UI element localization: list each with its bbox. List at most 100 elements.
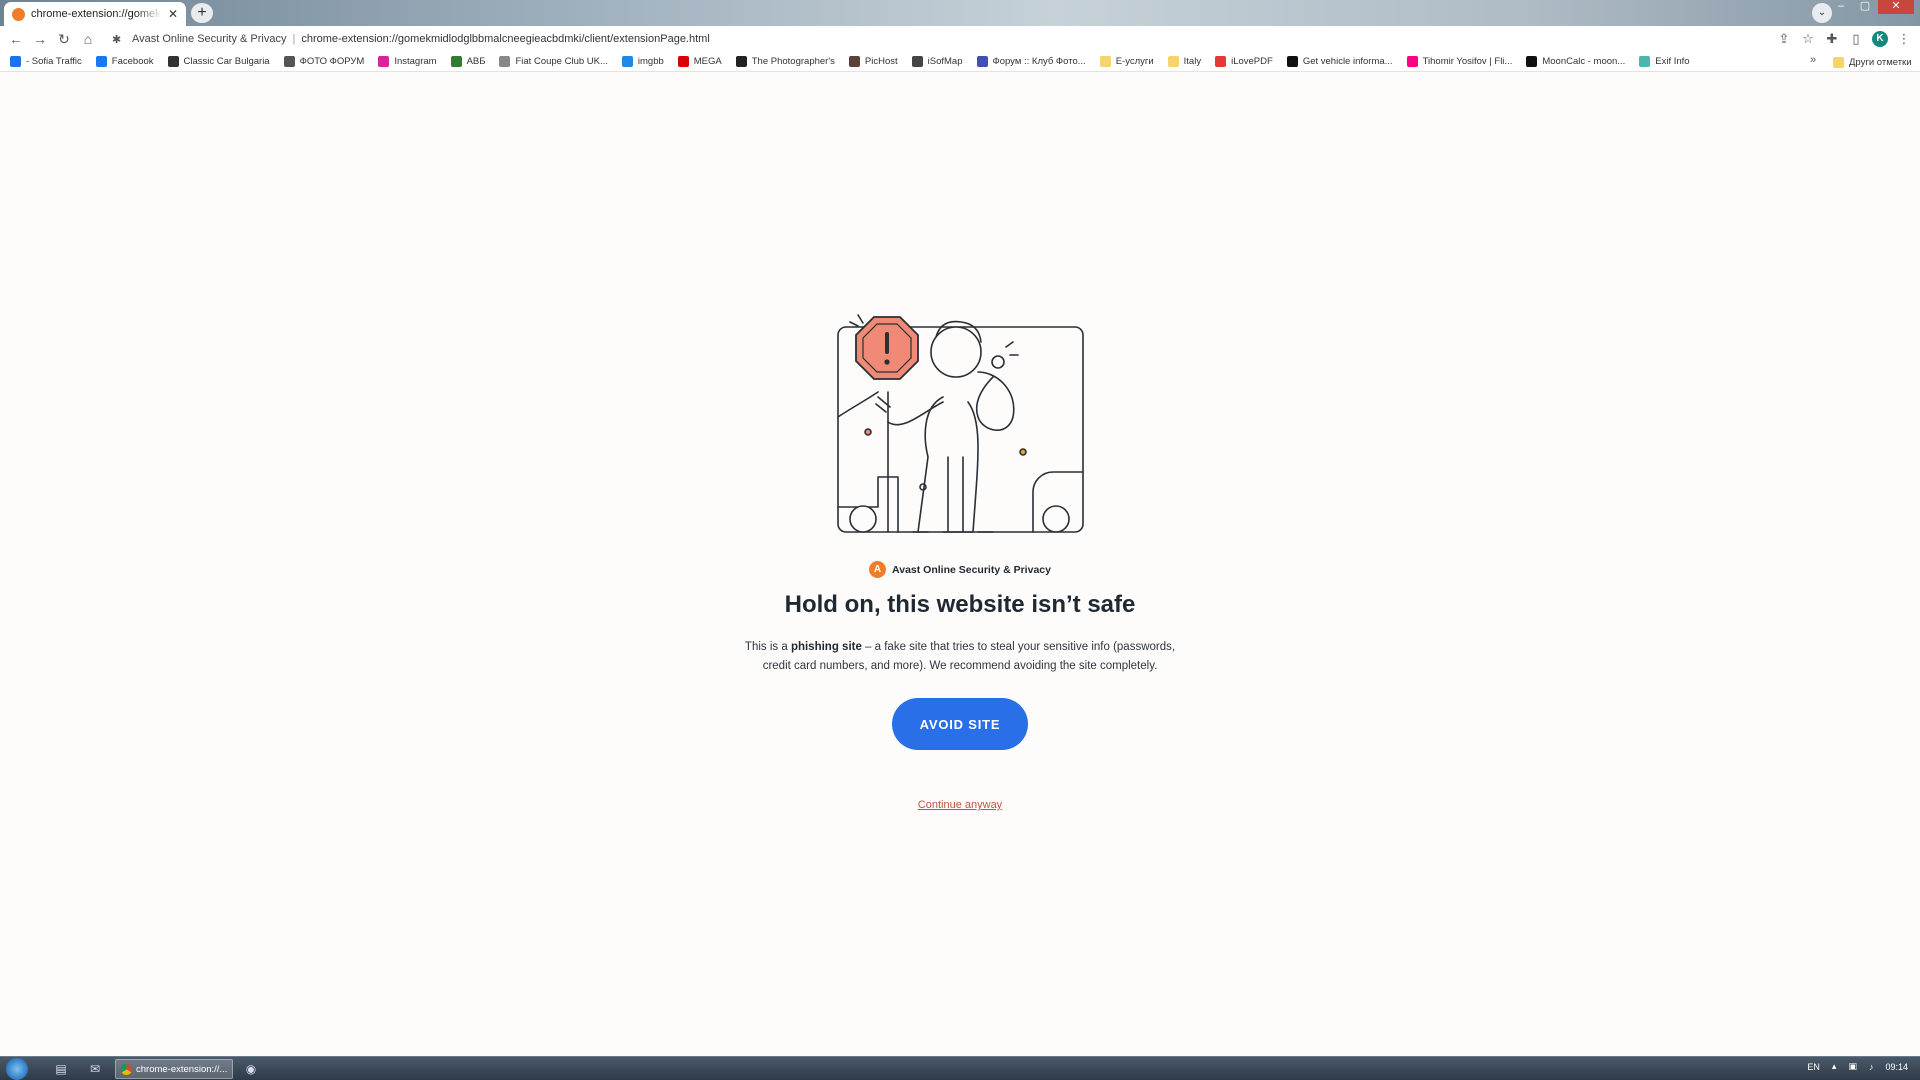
bookmark-item[interactable]: АВБ xyxy=(450,56,486,67)
brand-row: A Avast Online Security & Privacy xyxy=(0,561,1920,578)
bookmark-item[interactable]: The Photographer's xyxy=(735,56,835,67)
bookmark-item[interactable]: Classic Car Bulgaria xyxy=(167,56,270,67)
bookmark-item[interactable]: Tihomir Yosifov | Fli... xyxy=(1406,56,1512,67)
bookmark-favicon-icon xyxy=(1286,56,1298,67)
clock[interactable]: 09:14 xyxy=(1885,1062,1908,1072)
folder-icon xyxy=(1833,56,1844,68)
bookmark-favicon-icon xyxy=(621,56,633,67)
close-window-button[interactable]: ✕ xyxy=(1878,0,1914,14)
extensions-icon[interactable]: ✚ xyxy=(1824,28,1840,50)
home-button[interactable]: ⌂ xyxy=(76,27,100,51)
sidepanel-icon[interactable]: ▯ xyxy=(1848,28,1864,50)
bookmark-item[interactable]: Instagram xyxy=(378,56,437,67)
volume-icon[interactable]: ♪ xyxy=(1869,1062,1874,1072)
bookmark-item[interactable]: MEGA xyxy=(677,56,722,67)
bookmark-label: Е-услуги xyxy=(1115,56,1154,67)
language-indicator[interactable]: EN xyxy=(1807,1062,1820,1072)
taskbar-chrome-window[interactable]: chrome-extension://... xyxy=(115,1059,233,1079)
bookmark-item[interactable]: Exif Info xyxy=(1639,56,1690,67)
warning-page: A Avast Online Security & Privacy Hold o… xyxy=(0,73,1920,1056)
start-button[interactable] xyxy=(6,1058,28,1080)
bookmark-favicon-icon xyxy=(735,56,747,67)
chrome-icon xyxy=(121,1063,132,1075)
other-bookmarks-label: Други отметки xyxy=(1849,56,1912,68)
profile-avatar[interactable]: K xyxy=(1872,31,1888,47)
reload-button[interactable]: ↻ xyxy=(52,27,76,51)
outlook-icon[interactable]: ✉ xyxy=(86,1060,104,1078)
bookmark-favicon-icon xyxy=(1099,56,1111,67)
brand-name: Avast Online Security & Privacy xyxy=(892,563,1051,576)
bookmarks-bar: - Sofia Traffic Facebook Classic Car Bulga… xyxy=(0,52,1920,72)
browser-toolbar: ← → ↻ ⌂ ✱ Avast Online Security & Privac… xyxy=(0,26,1920,52)
bookmark-label: MoonCalc - moon... xyxy=(1542,56,1626,67)
bookmark-item[interactable]: Е-услуги xyxy=(1099,56,1154,67)
bookmark-item[interactable]: Italy xyxy=(1167,56,1202,67)
bookmark-item[interactable]: iSofMap xyxy=(911,56,963,67)
extension-puzzle-icon: ✱ xyxy=(112,33,122,46)
continue-anyway-link[interactable]: Continue anyway xyxy=(918,799,1002,811)
desc-prefix: This is a xyxy=(744,641,791,653)
avast-logo-icon: A xyxy=(869,561,887,578)
network-icon[interactable]: ▣ xyxy=(1848,1061,1857,1072)
bookmark-item[interactable]: Get vehicle informa... xyxy=(1286,56,1393,67)
bookmark-favicon-icon xyxy=(976,56,988,67)
bookmark-item[interactable]: iLovePDF xyxy=(1215,56,1273,67)
other-bookmarks-folder[interactable]: Други отметки xyxy=(1833,52,1912,72)
bookmark-item[interactable]: - Sofia Traffic xyxy=(10,56,82,67)
address-url[interactable]: chrome-extension://gomekmidlodglbbmalcne… xyxy=(301,33,709,45)
window-controls: – ▢ ✕ xyxy=(1830,0,1914,14)
os-taskbar: ▤ ✉ chrome-extension://... ◉ EN ▴ ▣ ♪ 09… xyxy=(0,1056,1920,1080)
share-icon[interactable]: ⇪ xyxy=(1776,28,1792,50)
bookmark-label: PicHost xyxy=(864,56,898,67)
tab-close-icon[interactable]: ✕ xyxy=(168,7,178,21)
star-icon[interactable]: ☆ xyxy=(1800,28,1816,50)
new-tab-button[interactable]: + xyxy=(191,3,213,23)
bookmark-favicon-icon xyxy=(10,56,21,67)
bookmark-label: АВБ xyxy=(466,56,486,67)
bookmark-label: Fiat Coupe Club UK... xyxy=(515,56,608,67)
avast-favicon-icon xyxy=(12,7,25,21)
bookmark-favicon-icon xyxy=(450,56,462,67)
bookmark-label: Italy xyxy=(1183,56,1202,67)
avoid-site-button[interactable]: AVOID SITE xyxy=(892,698,1028,750)
bookmark-item[interactable]: PicHost xyxy=(848,56,898,67)
address-bar[interactable]: ✱ Avast Online Security & Privacy | chro… xyxy=(108,27,1768,51)
bookmark-item[interactable]: imgbb xyxy=(621,56,664,67)
address-site-name: Avast Online Security & Privacy xyxy=(132,33,287,45)
bookmark-label: Classic Car Bulgaria xyxy=(183,56,270,67)
bookmark-favicon-icon xyxy=(848,56,860,67)
bookmark-item[interactable]: ФОТО ФОРУМ xyxy=(283,56,364,67)
bookmark-favicon-icon xyxy=(167,56,179,67)
bookmark-label: Instagram xyxy=(394,56,437,67)
continue-row: Continue anyway xyxy=(0,799,1920,811)
bookmark-label: iSofMap xyxy=(927,56,963,67)
bookmark-label: Exif Info xyxy=(1655,56,1690,67)
tab-title: chrome-extension://gomekmidlc xyxy=(31,8,162,20)
bookmark-item[interactable]: Форум :: Клуб Фото... xyxy=(976,56,1086,67)
toolbar-actions: ⇪ ☆ ✚ ▯ K ⋮ xyxy=(1776,28,1912,50)
back-button[interactable]: ← xyxy=(4,27,28,51)
tab-strip: chrome-extension://gomekmidlc ✕ + ⌄ – ▢ … xyxy=(0,0,1920,26)
bookmark-favicon-icon xyxy=(283,56,295,67)
bookmark-label: - Sofia Traffic xyxy=(26,56,82,67)
tray-expand-icon[interactable]: ▴ xyxy=(1832,1061,1837,1072)
forward-button[interactable]: → xyxy=(28,27,52,51)
menu-icon[interactable]: ⋮ xyxy=(1896,28,1912,50)
phishing-warning-illustration xyxy=(837,314,1084,533)
bookmark-favicon-icon xyxy=(95,56,107,67)
minimize-button[interactable]: – xyxy=(1830,0,1852,14)
bookmark-favicon-icon xyxy=(499,56,511,67)
edge-icon[interactable]: ◉ xyxy=(242,1060,260,1078)
bookmark-item[interactable]: Fiat Coupe Club UK... xyxy=(499,56,608,67)
desc-bold: phishing site xyxy=(790,641,862,653)
bookmark-item[interactable]: MoonCalc - moon... xyxy=(1526,56,1625,67)
bookmarks-more-button[interactable]: » xyxy=(1810,54,1816,66)
system-tray: EN ▴ ▣ ♪ 09:14 xyxy=(1807,1061,1908,1072)
tab-search-button[interactable]: ⌄ xyxy=(1812,3,1832,23)
bookmark-label: imgbb xyxy=(637,56,664,67)
bookmark-favicon-icon xyxy=(1639,56,1651,67)
browser-tab[interactable]: chrome-extension://gomekmidlc ✕ xyxy=(4,2,186,26)
file-explorer-icon[interactable]: ▤ xyxy=(52,1060,70,1078)
maximize-button[interactable]: ▢ xyxy=(1854,0,1876,14)
bookmark-item[interactable]: Facebook xyxy=(95,56,154,67)
